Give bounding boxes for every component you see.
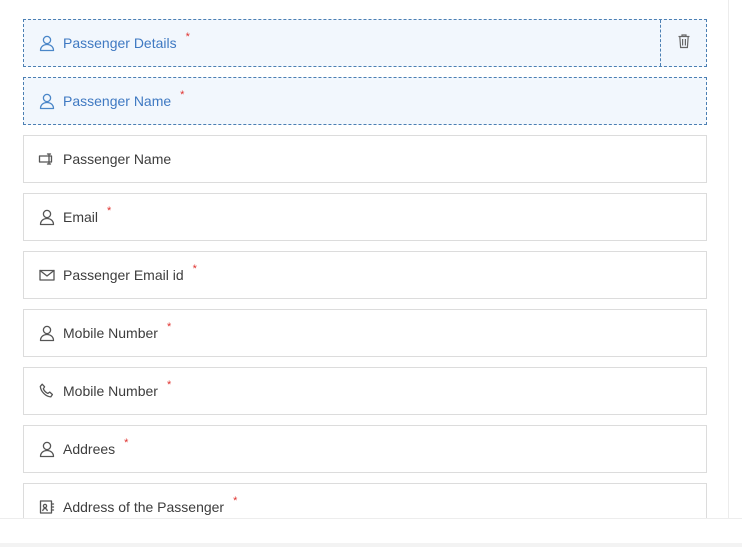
field-mobile-number[interactable]: Mobile Number *: [23, 367, 707, 415]
form-builder-canvas: Passenger Details * Passenger Name * Pas…: [0, 0, 726, 518]
address-card-icon: [38, 498, 56, 516]
required-marker: *: [166, 379, 172, 391]
required-marker: *: [180, 89, 185, 101]
required-marker: *: [233, 495, 238, 507]
field-email[interactable]: Email *: [23, 193, 707, 241]
field-passenger-email[interactable]: Passenger Email id *: [23, 251, 707, 299]
field-passenger-name[interactable]: Passenger Name: [23, 135, 707, 183]
field-passenger-details[interactable]: Passenger Details *: [23, 19, 707, 67]
field-label: Address of the Passenger: [63, 499, 225, 515]
required-marker: *: [192, 263, 197, 275]
required-marker: *: [166, 321, 172, 333]
field-label: Email: [63, 209, 99, 225]
field-label: Mobile Number: [63, 325, 158, 341]
required-marker: *: [185, 31, 190, 43]
user-icon: [38, 440, 56, 458]
footer-shade: [0, 543, 742, 547]
phone-icon: [38, 382, 56, 400]
trash-icon: [677, 33, 691, 54]
panel-divider: [728, 0, 729, 547]
field-label: Addrees: [63, 441, 116, 457]
required-marker: *: [107, 205, 112, 217]
field-label: Mobile Number: [63, 383, 158, 399]
user-icon: [38, 324, 56, 342]
field-address-of-passenger[interactable]: Address of the Passenger *: [23, 483, 707, 518]
user-icon: [38, 92, 56, 110]
mail-icon: [38, 266, 56, 284]
field-passenger-name-parent[interactable]: Passenger Name *: [23, 77, 707, 125]
delete-field-button[interactable]: [660, 20, 706, 66]
field-label: Passenger Name: [63, 93, 172, 109]
user-icon: [38, 208, 56, 226]
field-label: Passenger Details: [63, 35, 177, 51]
canvas-footer: [0, 518, 742, 547]
required-marker: *: [124, 437, 129, 449]
text-input-icon: [38, 150, 56, 168]
user-icon: [38, 34, 56, 52]
field-label: Passenger Email id: [63, 267, 184, 283]
field-address-parent[interactable]: Addrees *: [23, 425, 707, 473]
field-label: Passenger Name: [63, 151, 172, 167]
field-mobile-number-parent[interactable]: Mobile Number *: [23, 309, 707, 357]
